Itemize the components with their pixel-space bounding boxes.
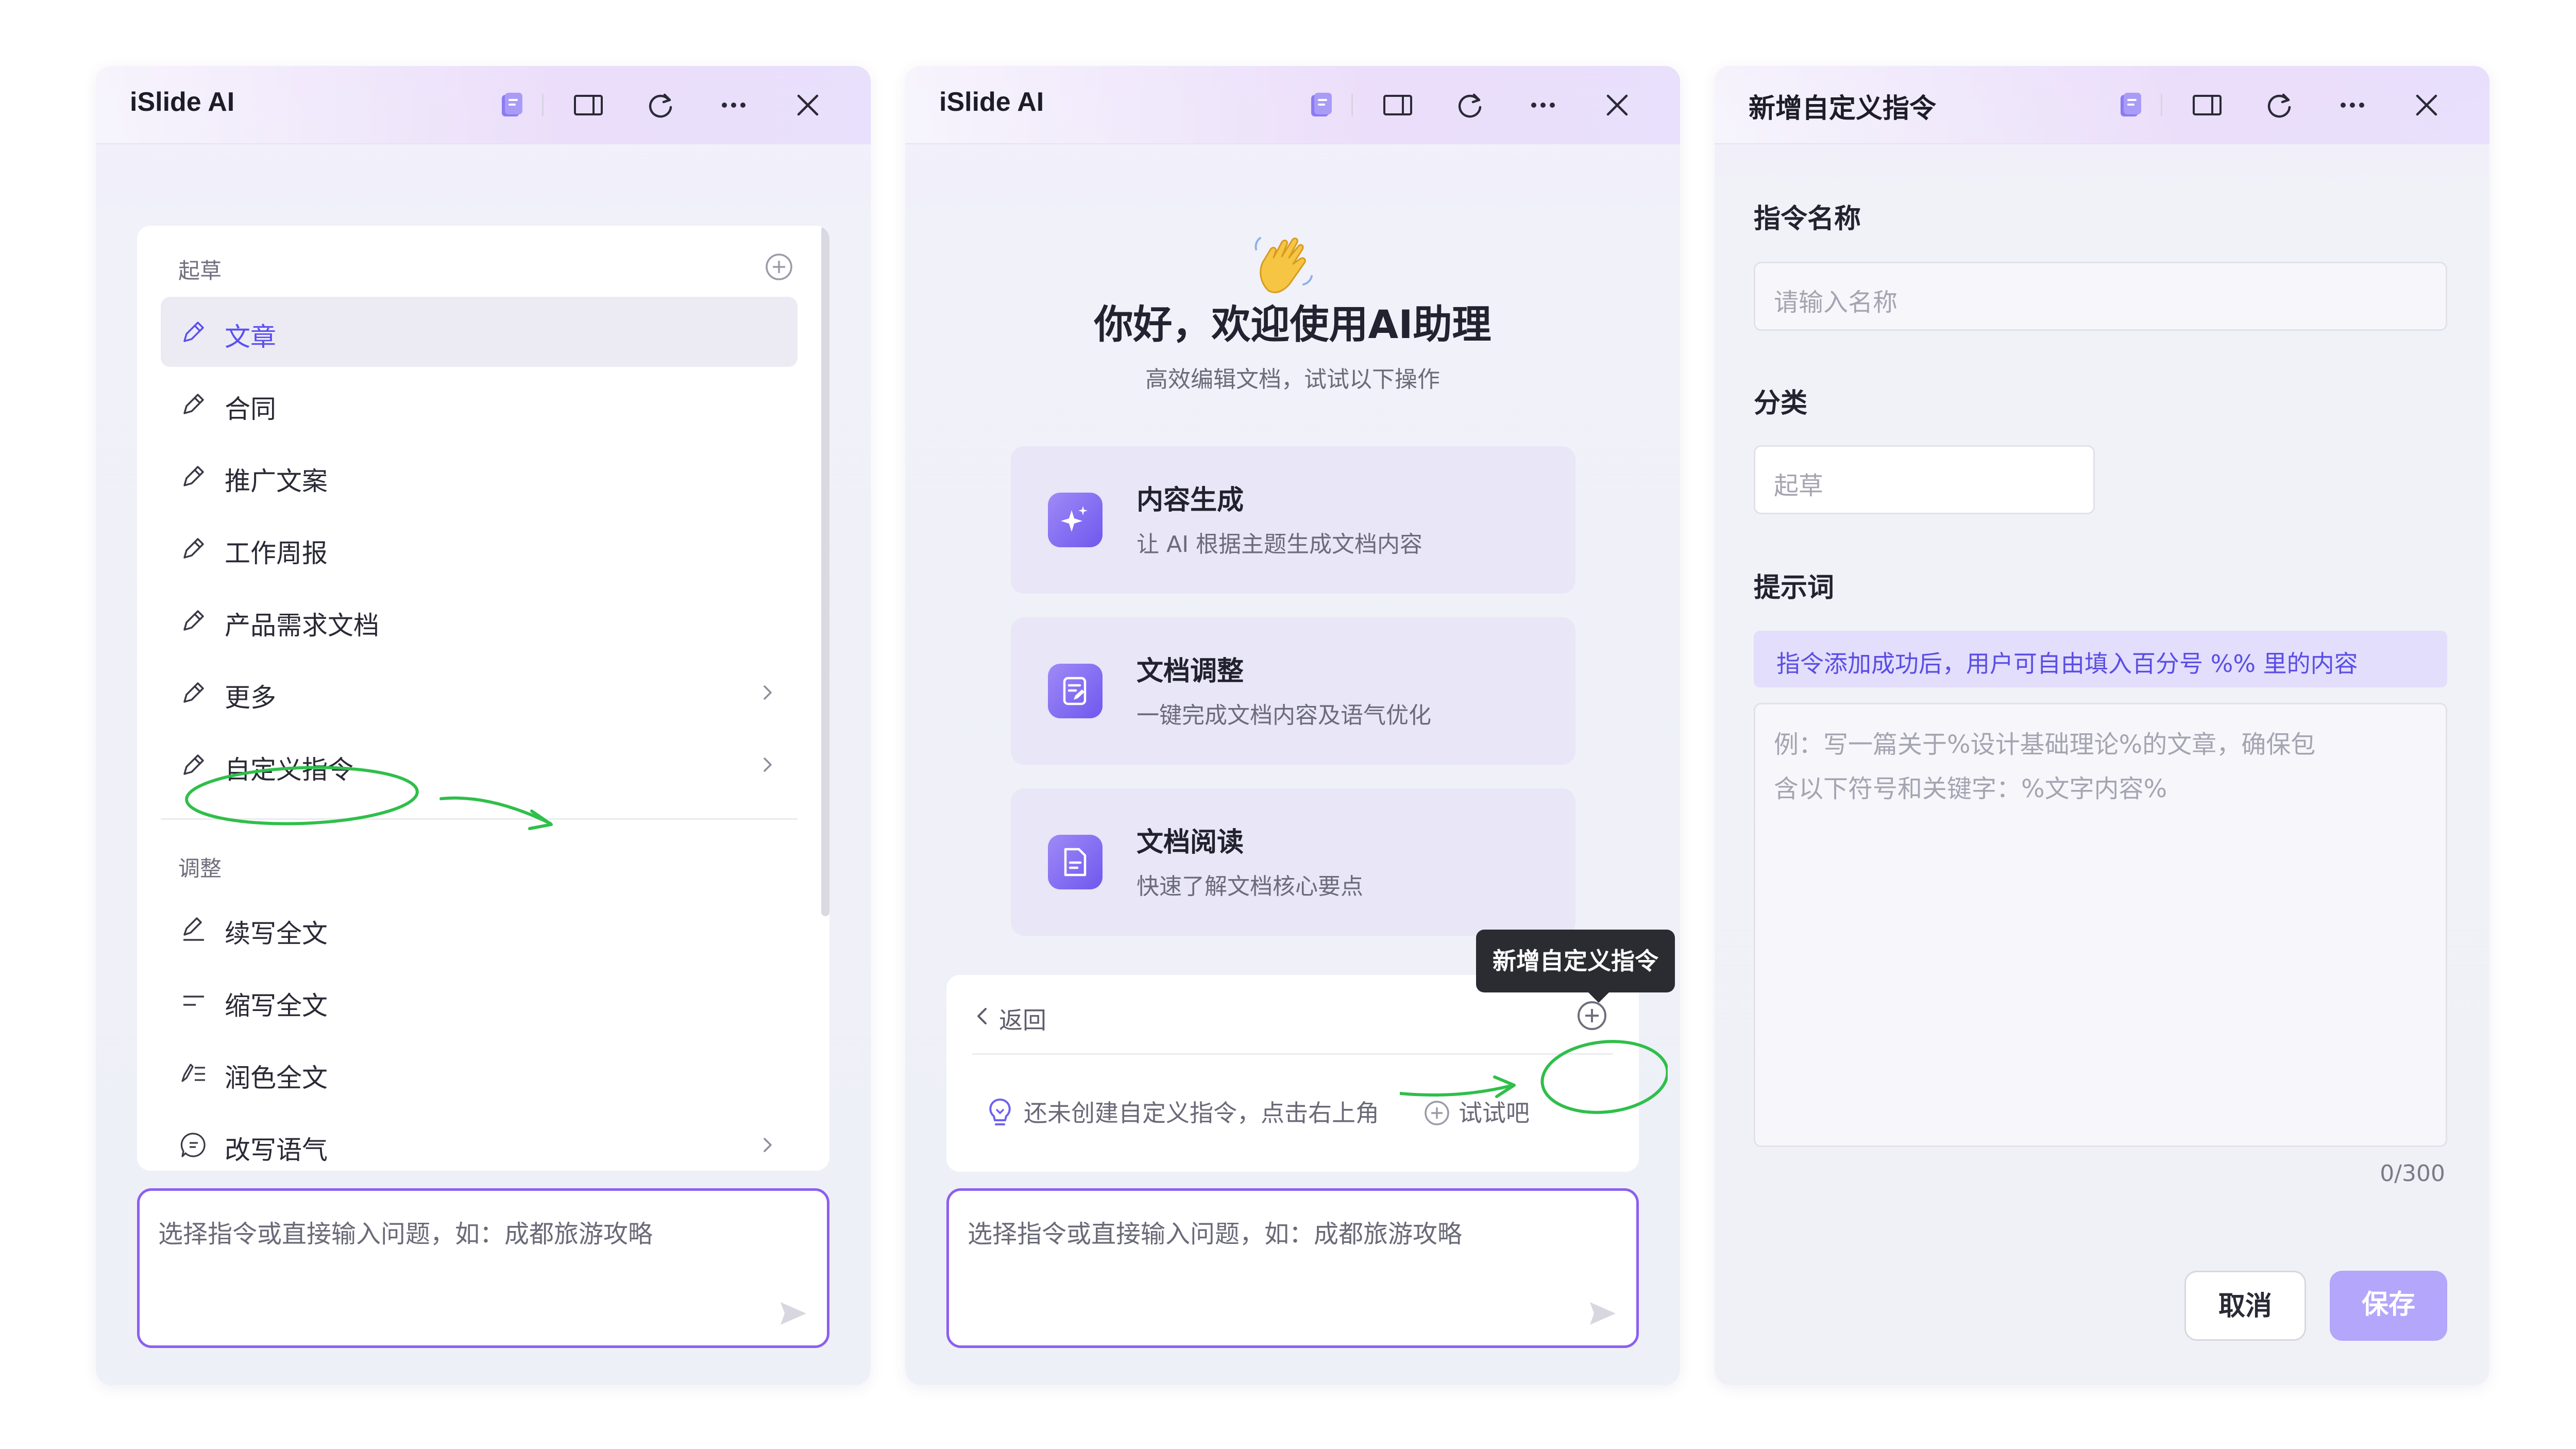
menu-item-promo-copy[interactable]: 推广文案	[161, 441, 798, 511]
pen-icon	[183, 538, 204, 559]
document-icon[interactable]	[1304, 89, 1337, 122]
category-label: 分类	[1754, 388, 1808, 419]
feature-card-doc-adjust[interactable]: 文档调整 一键完成文档内容及语气优化	[1011, 617, 1575, 765]
prompt-placeholder-line2: 含以下符号和关键字：%文字内容%	[1774, 774, 2167, 803]
send-icon[interactable]	[776, 1297, 809, 1330]
title-bar: iSlide AI	[905, 66, 1680, 144]
menu-item-more[interactable]: 更多	[161, 658, 798, 728]
annotation-circle-arrow-icon	[1400, 1040, 1668, 1114]
prompt-textarea[interactable]: 例：写一篇关于%设计基础理论%的文章，确保包 含以下符号和关键字：%文字内容%	[1754, 703, 2447, 1147]
panel-title: 新增自定义指令	[1749, 94, 1937, 124]
side-panel-icon[interactable]	[1381, 89, 1414, 122]
menu-item-rewrite-tone[interactable]: 改写语气	[161, 1110, 798, 1171]
document-icon[interactable]	[2113, 89, 2146, 122]
chevron-right-icon	[764, 1138, 772, 1152]
pen-icon	[183, 322, 204, 342]
scrollbar-thumb[interactable]	[821, 226, 829, 916]
waving-hand-icon	[1255, 237, 1313, 293]
feature-title: 文档调整	[1137, 656, 1244, 687]
menu-item-article[interactable]: 文章	[161, 297, 798, 367]
command-menu-card: 起草 文章 合同 推广文案 工作周报 产品需求文档 更多 自定义指令 调整 续写…	[137, 226, 829, 1171]
shorten-lines-icon	[183, 996, 204, 1006]
feature-title: 内容生成	[1137, 485, 1244, 516]
pen-icon	[183, 394, 204, 414]
menu-item-prd[interactable]: 产品需求文档	[161, 585, 798, 655]
pencil-line-icon	[183, 917, 204, 941]
polish-icon	[181, 1064, 205, 1082]
category-select[interactable]: 起草	[1754, 445, 2095, 514]
command-name-input[interactable]: 请输入名称	[1754, 262, 2447, 331]
ai-panel-welcome: iSlide AI 👋 你好，欢迎使用AI助理 高效编辑文档，试试以下操作 内容…	[905, 66, 1680, 1385]
refresh-icon[interactable]	[1453, 89, 1486, 122]
welcome-subtitle: 高效编辑文档，试试以下操作	[1145, 366, 1440, 393]
chat-bubble-icon	[180, 1133, 206, 1157]
panel-title: iSlide AI	[130, 87, 235, 117]
command-name-placeholder: 请输入名称	[1774, 288, 1898, 317]
ai-panel-command-menu: iSlide AI 起草 文章 合同 推广文案 工作周报 产品需求文档 更多 自…	[96, 66, 871, 1385]
menu-item-weekly-report[interactable]: 工作周报	[161, 513, 798, 583]
menu-item-continue-writing[interactable]: 续写全文	[161, 894, 798, 964]
chat-input[interactable]: 选择指令或直接输入问题，如：成都旅游攻略	[946, 1188, 1639, 1348]
title-bar: iSlide AI	[96, 66, 871, 144]
menu-item-polish[interactable]: 润色全文	[161, 1038, 798, 1108]
toolbar-separator	[542, 94, 544, 116]
sparkle-icon	[1048, 493, 1103, 547]
chevron-right-icon	[764, 685, 772, 700]
chevron-right-icon	[764, 757, 772, 772]
pen-icon	[183, 610, 204, 631]
prompt-placeholder-line1: 例：写一篇关于%设计基础理论%的文章，确保包	[1774, 730, 2316, 759]
cancel-button[interactable]: 取消	[2184, 1271, 2306, 1341]
menu-item-shorten[interactable]: 缩写全文	[161, 966, 798, 1036]
chat-input-placeholder: 选择指令或直接输入问题，如：成都旅游攻略	[968, 1220, 1463, 1249]
annotation-circle-arrow-icon	[185, 766, 553, 830]
more-icon[interactable]	[717, 89, 750, 122]
refresh-icon[interactable]	[644, 89, 677, 122]
save-button[interactable]: 保存	[2330, 1271, 2447, 1341]
prompt-hint: 指令添加成功后，用户可自由填入百分号 %% 里的内容	[1754, 631, 2447, 687]
command-name-label: 指令名称	[1754, 204, 1861, 234]
feature-desc: 快速了解文档核心要点	[1137, 873, 1363, 900]
send-icon[interactable]	[1586, 1297, 1619, 1330]
feature-desc: 一键完成文档内容及语气优化	[1137, 702, 1431, 729]
menu-item-contract[interactable]: 合同	[161, 369, 798, 439]
prompt-label: 提示词	[1754, 572, 1835, 603]
welcome-title: 你好，欢迎使用AI助理	[1094, 301, 1492, 347]
close-icon[interactable]	[791, 89, 824, 122]
back-label: 返回	[999, 1006, 1046, 1034]
edit-document-icon	[1048, 664, 1103, 718]
section-label-draft: 起草	[178, 258, 222, 283]
lightbulb-icon	[989, 1098, 1011, 1125]
title-bar: 新增自定义指令	[1715, 66, 2489, 144]
category-value: 起草	[1774, 471, 1824, 500]
panel-title: iSlide AI	[939, 87, 1044, 117]
close-icon[interactable]	[2410, 89, 2443, 122]
empty-text-before: 还未创建自定义指令，点击右上角	[1024, 1099, 1379, 1127]
side-panel-icon[interactable]	[2191, 89, 2224, 122]
more-icon[interactable]	[2336, 89, 2369, 122]
ai-panel-new-custom-command: 新增自定义指令 指令名称 请输入名称 分类 起草 提示词 指令添加成功后，用户可…	[1715, 66, 2489, 1385]
feature-title: 文档阅读	[1137, 827, 1244, 858]
refresh-icon[interactable]	[2263, 89, 2296, 122]
chevron-left-icon	[977, 1008, 987, 1024]
more-icon[interactable]	[1527, 89, 1560, 122]
feature-card-content-generation[interactable]: 内容生成 让 AI 根据主题生成文档内容	[1011, 446, 1575, 594]
read-document-icon	[1048, 835, 1103, 889]
pen-icon	[183, 466, 204, 486]
toolbar-separator	[1351, 94, 1353, 116]
character-counter: 0/300	[2380, 1160, 2445, 1187]
feature-desc: 让 AI 根据主题生成文档内容	[1137, 531, 1423, 558]
side-panel-icon[interactable]	[572, 89, 605, 122]
close-icon[interactable]	[1601, 89, 1634, 122]
add-circle-icon[interactable]	[764, 251, 794, 282]
toolbar-separator	[2161, 94, 2162, 116]
document-icon[interactable]	[495, 89, 528, 122]
chat-input-placeholder: 选择指令或直接输入问题，如：成都旅游攻略	[158, 1220, 653, 1249]
back-button[interactable]: 返回	[972, 998, 1127, 1034]
pen-icon	[183, 682, 204, 703]
feature-card-doc-reading[interactable]: 文档阅读 快速了解文档核心要点	[1011, 788, 1575, 936]
chat-input[interactable]: 选择指令或直接输入问题，如：成都旅游攻略	[137, 1188, 829, 1348]
